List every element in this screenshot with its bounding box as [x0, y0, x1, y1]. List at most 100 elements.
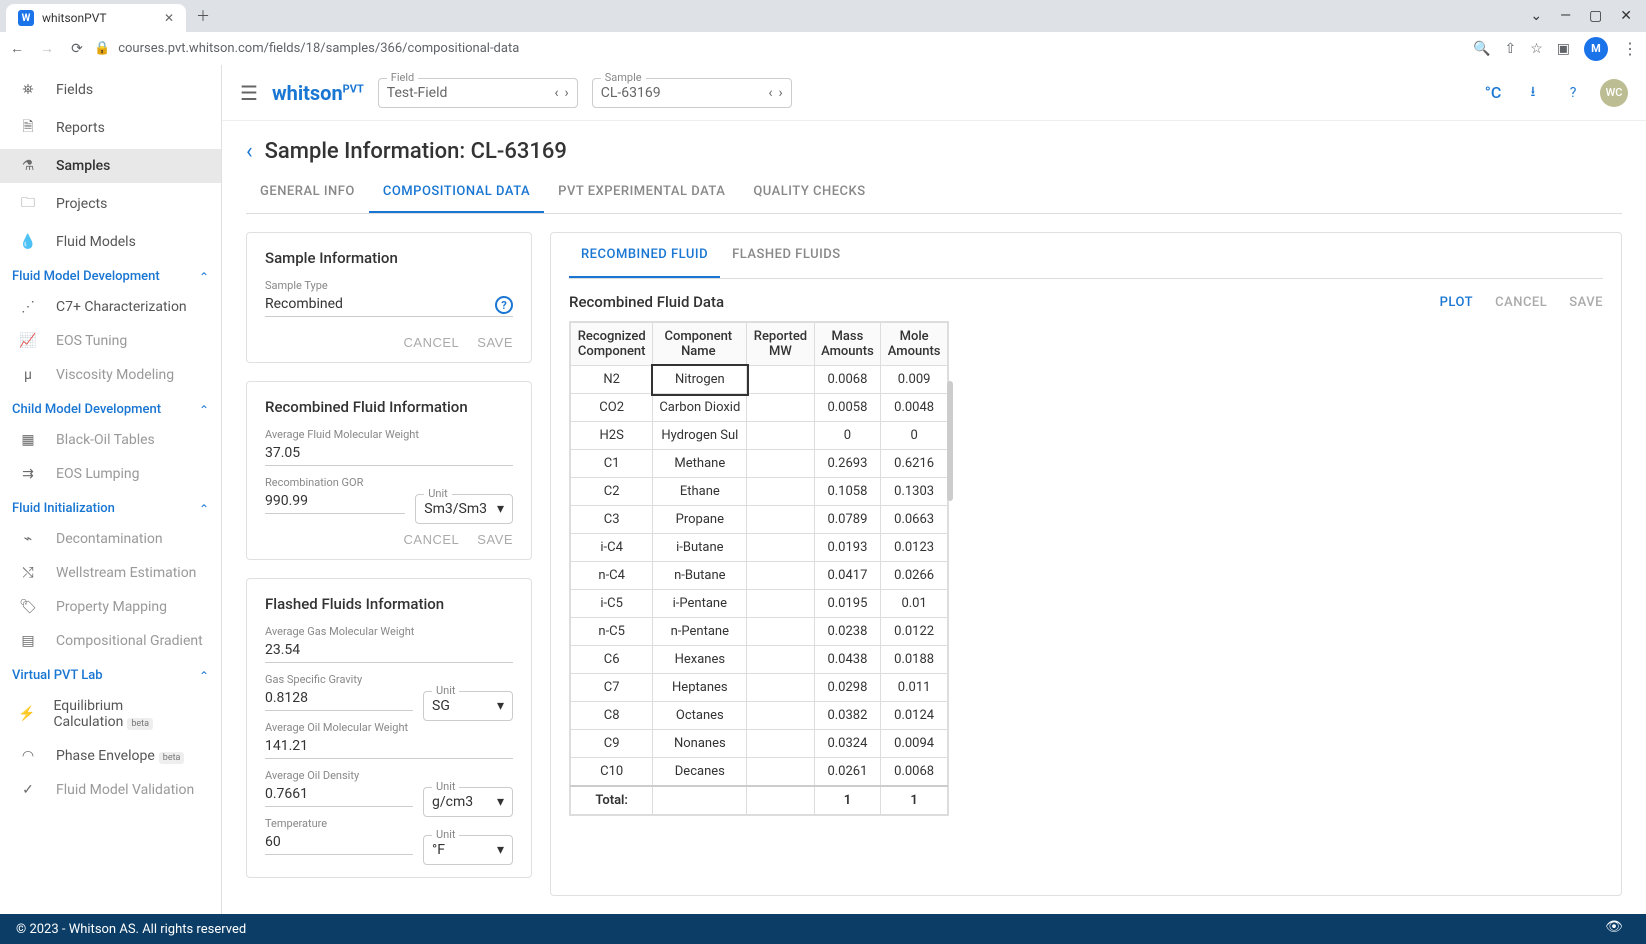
save-button[interactable]: SAVE: [477, 532, 513, 547]
sidebar-group-virtual-pvt[interactable]: Virtual PVT Lab⌃: [0, 658, 221, 689]
forward-icon[interactable]: →: [38, 40, 56, 57]
field-selector[interactable]: Field Test-Field ‹›: [378, 78, 578, 108]
table-cell[interactable]: N2: [571, 366, 653, 394]
table-cell[interactable]: i-Butane: [653, 534, 747, 562]
table-cell[interactable]: i-Pentane: [653, 590, 747, 618]
table-cell[interactable]: 0.0188: [881, 646, 948, 674]
sidebar-item-property-map[interactable]: 🏷Property Mapping: [0, 590, 221, 624]
table-cell[interactable]: Propane: [653, 506, 747, 534]
kebab-icon[interactable]: ⋮: [1622, 39, 1638, 58]
table-cell[interactable]: 0.1303: [881, 478, 948, 506]
gas-mw-field[interactable]: 23.54: [265, 638, 513, 663]
sidebar-item-c7plus[interactable]: ⋰C7+ Characterization: [0, 290, 221, 324]
temp-unit-select[interactable]: Unit °F ▾: [423, 835, 513, 865]
gas-sg-field[interactable]: 0.8128: [265, 686, 413, 711]
table-cell[interactable]: [747, 758, 814, 787]
gor-unit-select[interactable]: Unit Sm3/Sm3 ▾: [415, 494, 513, 524]
chevron-right-icon[interactable]: ›: [779, 85, 783, 101]
user-avatar[interactable]: WC: [1600, 79, 1628, 107]
plot-button[interactable]: PLOT: [1440, 295, 1473, 310]
sidebar-item-phase-env[interactable]: ◠Phase Envelopebeta: [0, 739, 221, 773]
scrollbar[interactable]: [947, 381, 953, 501]
reload-icon[interactable]: ⟳: [68, 41, 86, 57]
table-row[interactable]: C8Octanes0.03820.0124: [571, 702, 948, 730]
composition-table[interactable]: Recognized Component Component Name Repo…: [569, 321, 949, 816]
table-cell[interactable]: Carbon Dioxid: [653, 394, 747, 422]
table-cell[interactable]: [747, 394, 814, 422]
table-cell[interactable]: 0.0048: [881, 394, 948, 422]
subtab-flashed-fluids[interactable]: FLASHED FLUIDS: [720, 233, 853, 278]
table-cell[interactable]: n-Butane: [653, 562, 747, 590]
cancel-button[interactable]: CANCEL: [1495, 295, 1547, 310]
close-window-icon[interactable]: ✕: [1620, 8, 1632, 24]
table-row[interactable]: C9Nonanes0.03240.0094: [571, 730, 948, 758]
table-cell[interactable]: 0.0068: [881, 758, 948, 787]
table-cell[interactable]: H2S: [571, 422, 653, 450]
table-cell[interactable]: [747, 534, 814, 562]
hamburger-icon[interactable]: ☰: [240, 81, 258, 105]
table-cell[interactable]: Nonanes: [653, 730, 747, 758]
profile-avatar[interactable]: M: [1584, 37, 1608, 61]
sidebar-item-decontam[interactable]: ⌁Decontamination: [0, 522, 221, 556]
tab-close-icon[interactable]: ✕: [164, 11, 174, 25]
sidebar-item-validation[interactable]: ✓Fluid Model Validation: [0, 773, 221, 807]
chevron-left-icon[interactable]: ‹: [768, 85, 772, 101]
save-button[interactable]: SAVE: [1569, 295, 1603, 310]
table-cell[interactable]: C10: [571, 758, 653, 787]
table-cell[interactable]: [747, 674, 814, 702]
table-cell[interactable]: 0.0195: [814, 590, 881, 618]
chevron-left-icon[interactable]: ‹: [554, 85, 558, 101]
table-cell[interactable]: [747, 506, 814, 534]
table-cell[interactable]: 0.2693: [814, 450, 881, 478]
table-cell[interactable]: 0.0261: [814, 758, 881, 787]
avg-mw-field[interactable]: 37.05: [265, 441, 513, 466]
sidebar-item-eos-lumping[interactable]: ⇉EOS Lumping: [0, 457, 221, 491]
table-cell[interactable]: 0.0417: [814, 562, 881, 590]
table-cell[interactable]: 0.0438: [814, 646, 881, 674]
table-cell[interactable]: i-C5: [571, 590, 653, 618]
table-cell[interactable]: Hexanes: [653, 646, 747, 674]
new-tab-button[interactable]: ＋: [186, 0, 220, 32]
subtab-recombined-fluid[interactable]: RECOMBINED FLUID: [569, 233, 720, 278]
sidebar-item-comp-gradient[interactable]: ▤Compositional Gradient: [0, 624, 221, 658]
table-cell[interactable]: C3: [571, 506, 653, 534]
table-row[interactable]: CO2Carbon Dioxid 0.00580.0048: [571, 394, 948, 422]
table-row[interactable]: i-C4i-Butane0.01930.0123: [571, 534, 948, 562]
oil-mw-field[interactable]: 141.21: [265, 734, 513, 759]
star-icon[interactable]: ☆: [1530, 41, 1543, 57]
sidebar-item-blackoil[interactable]: ▦Black-Oil Tables: [0, 423, 221, 457]
gas-sg-unit-select[interactable]: Unit SG ▾: [423, 691, 513, 721]
tab-quality-checks[interactable]: QUALITY CHECKS: [739, 172, 879, 213]
table-row[interactable]: n-C5n-Pentane0.02380.0122: [571, 618, 948, 646]
sidebar-item-projects[interactable]: 🗀Projects: [0, 183, 221, 225]
download-icon[interactable]: ⭳: [1520, 80, 1546, 106]
gor-field[interactable]: 990.99: [265, 489, 405, 514]
table-cell[interactable]: C9: [571, 730, 653, 758]
table-row[interactable]: C6Hexanes0.04380.0188: [571, 646, 948, 674]
table-row[interactable]: C2Ethane0.10580.1303: [571, 478, 948, 506]
table-row[interactable]: i-C5i-Pentane0.01950.01: [571, 590, 948, 618]
sidebar-item-equilibrium[interactable]: ⚡Equilibrium Calculationbeta: [0, 689, 221, 739]
sidebar-item-reports[interactable]: 🗎Reports: [0, 107, 221, 149]
help-icon[interactable]: ?: [1560, 80, 1586, 106]
table-cell[interactable]: [747, 450, 814, 478]
table-cell[interactable]: 0.0123: [881, 534, 948, 562]
table-cell[interactable]: C7: [571, 674, 653, 702]
table-cell[interactable]: Nitrogen: [653, 366, 747, 394]
table-cell[interactable]: 0.0238: [814, 618, 881, 646]
table-cell[interactable]: [747, 730, 814, 758]
table-cell[interactable]: [747, 646, 814, 674]
table-cell[interactable]: 0.0124: [881, 702, 948, 730]
sidebar-item-fluid-models[interactable]: 💧Fluid Models: [0, 225, 221, 259]
table-cell[interactable]: 0.009: [881, 366, 948, 394]
table-cell[interactable]: 0.0058: [814, 394, 881, 422]
sample-type-field[interactable]: Recombined?: [265, 292, 513, 317]
table-cell[interactable]: 0.6216: [881, 450, 948, 478]
table-cell[interactable]: CO2: [571, 394, 653, 422]
table-cell[interactable]: C1: [571, 450, 653, 478]
sidebar-group-fluid-model-dev[interactable]: Fluid Model Development⌃: [0, 259, 221, 290]
sidebar-item-wellstream[interactable]: ⤭Wellstream Estimation: [0, 556, 221, 590]
table-cell[interactable]: 0.0094: [881, 730, 948, 758]
table-row[interactable]: C10Decanes0.02610.0068: [571, 758, 948, 787]
sample-selector[interactable]: Sample CL-63169 ‹›: [592, 78, 792, 108]
